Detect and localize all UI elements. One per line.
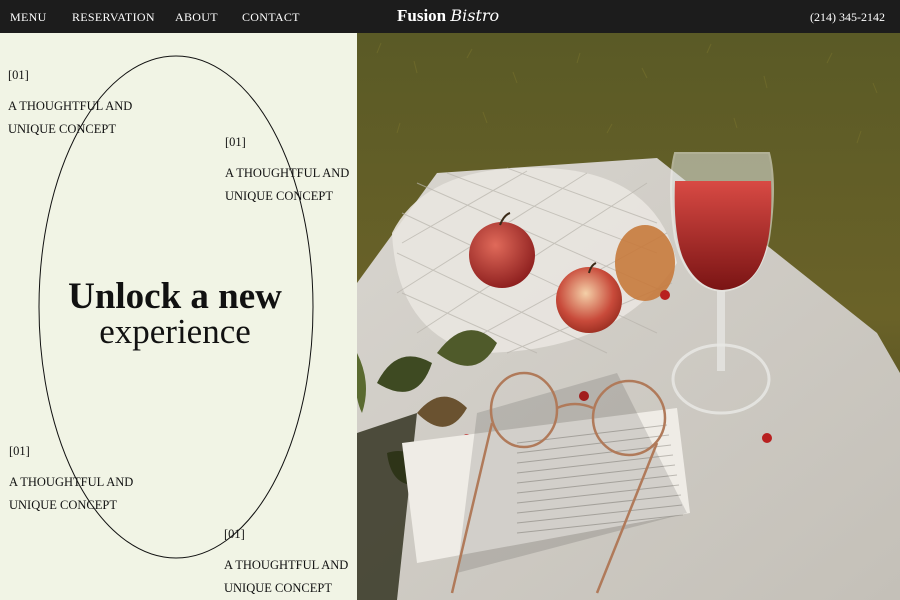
concept-line: A THOUGHTFUL AND [224, 558, 349, 572]
hero-photo [357, 33, 900, 600]
phone-number[interactable]: (214) 345-2142 [810, 10, 885, 25]
nav-contact-link[interactable]: CONTACT [242, 10, 300, 25]
nav-menu-link[interactable]: MENU [10, 10, 47, 25]
concept-number: [01] [224, 527, 245, 541]
concept-line: A THOUGHTFUL AND [9, 475, 134, 489]
concept-item: [01] A THOUGHTFUL AND UNIQUE CONCEPT [225, 135, 349, 208]
brand-name-script: Bistro [450, 6, 500, 25]
hero-title-line1: Unlock a new [68, 276, 282, 317]
concept-item: [01] A THOUGHTFUL AND UNIQUE CONCEPT [224, 527, 348, 600]
intro-panel: [01] A THOUGHTFUL AND UNIQUE CONCEPT [01… [0, 33, 357, 600]
concept-number: [01] [8, 68, 29, 82]
concept-number: [01] [9, 444, 30, 458]
concept-line: A THOUGHTFUL AND [225, 166, 350, 180]
concept-number: [01] [225, 135, 246, 149]
nav-about-link[interactable]: ABOUT [175, 10, 218, 25]
concept-line: UNIQUE CONCEPT [224, 581, 332, 595]
concept-line: UNIQUE CONCEPT [8, 122, 116, 136]
concept-line: UNIQUE CONCEPT [225, 189, 333, 203]
hero-heading: Unlock a new experience [0, 276, 350, 351]
still-life-illustration [357, 33, 900, 600]
concept-item: [01] A THOUGHTFUL AND UNIQUE CONCEPT [8, 68, 132, 141]
concept-line: A THOUGHTFUL AND [8, 99, 133, 113]
hero-title-line2: experience [99, 312, 251, 351]
concept-item: [01] A THOUGHTFUL AND UNIQUE CONCEPT [9, 444, 133, 517]
nav-reservation-link[interactable]: RESERVATION [72, 10, 155, 25]
brand-logo[interactable]: Fusion Bistro [397, 6, 499, 26]
concept-line: UNIQUE CONCEPT [9, 498, 117, 512]
top-navigation-bar: MENU RESERVATION ABOUT CONTACT Fusion Bi… [0, 0, 900, 33]
brand-name-primary: Fusion [397, 6, 447, 25]
